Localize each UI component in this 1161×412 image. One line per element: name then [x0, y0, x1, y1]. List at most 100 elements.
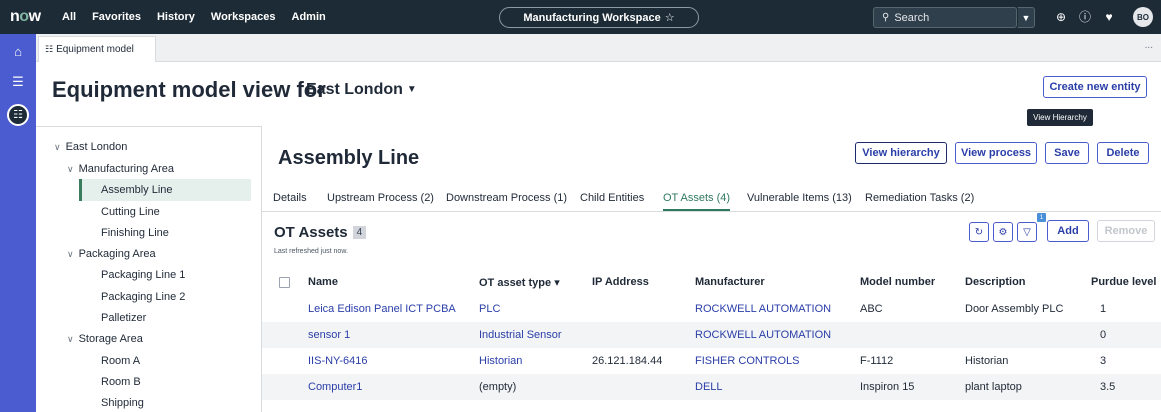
tree-node-room-a[interactable]: Room A: [101, 355, 140, 367]
chevron-down-icon: ▼: [1021, 12, 1031, 23]
asset-model: Inspiron 15: [860, 381, 915, 393]
ot-assets-heading: OT Assets 4: [274, 224, 367, 241]
asset-manufacturer-link[interactable]: DELL: [695, 381, 723, 393]
column-purdue-level[interactable]: Purdue level: [1091, 276, 1156, 288]
help-icon[interactable]: ⓘ: [1077, 9, 1093, 25]
asset-description: Historian: [965, 355, 1009, 367]
column-ot-asset-type[interactable]: OT asset type ▾: [479, 276, 560, 289]
tab-child-entities[interactable]: Child Entities: [580, 192, 644, 204]
delete-button[interactable]: Delete: [1097, 142, 1149, 164]
tab-label: Equipment model: [56, 44, 134, 55]
location-value: East London: [306, 81, 403, 98]
view-hierarchy-button[interactable]: View hierarchy: [855, 142, 947, 164]
tree-node-cutting-line[interactable]: Cutting Line: [101, 206, 160, 218]
nav-admin[interactable]: Admin: [292, 11, 326, 23]
asset-purdue: 0: [1100, 329, 1107, 341]
tab-remediation-tasks[interactable]: Remediation Tasks (2): [865, 192, 974, 204]
view-process-button[interactable]: View process: [955, 142, 1037, 164]
asset-type: (empty): [479, 381, 517, 393]
search-placeholder: Search: [894, 11, 930, 24]
asset-manufacturer-link[interactable]: ROCKWELL AUTOMATION: [695, 329, 831, 341]
asset-type-link[interactable]: Historian: [479, 355, 522, 367]
workspace-tab-bar: ☷ Equipment model ...: [36, 34, 1161, 62]
bell-icon[interactable]: ♥: [1101, 9, 1117, 25]
asset-name-link[interactable]: IIS-NY-6416: [308, 355, 368, 367]
star-icon[interactable]: ☆: [665, 11, 675, 24]
workspace-pill[interactable]: Manufacturing Workspace ☆: [499, 7, 699, 28]
tree-node-packaging-line-2[interactable]: Packaging Line 2: [101, 291, 185, 303]
save-button[interactable]: Save: [1045, 142, 1089, 164]
refresh-icon[interactable]: ↻: [969, 222, 989, 242]
globe-icon[interactable]: ⊕: [1053, 9, 1069, 25]
list-icon[interactable]: ☰: [8, 72, 28, 92]
asset-purdue: 3: [1100, 355, 1107, 367]
nav-all[interactable]: All: [62, 11, 76, 23]
nav-history[interactable]: History: [157, 11, 195, 23]
tab-downstream-process[interactable]: Downstream Process (1): [446, 192, 567, 204]
tree-node-finishing-line[interactable]: Finishing Line: [101, 227, 169, 239]
column-manufacturer[interactable]: Manufacturer: [695, 276, 765, 288]
global-search-input[interactable]: ⚲ Search: [873, 7, 1017, 28]
search-icon: ⚲: [882, 12, 890, 23]
tree-node-east-london[interactable]: ∨ East London: [54, 141, 127, 153]
asset-name-link[interactable]: Leica Edison Panel ICT PCBA: [308, 303, 456, 315]
column-description[interactable]: Description: [965, 276, 1026, 288]
asset-manufacturer-link[interactable]: ROCKWELL AUTOMATION: [695, 303, 831, 315]
table-row: IIS-NY-6416 Historian 26.121.184.44 FISH…: [262, 348, 1161, 374]
tree-node-assembly-line[interactable]: Assembly Line: [79, 179, 251, 201]
add-button[interactable]: Add: [1047, 220, 1089, 242]
equipment-tree: ∨ East London ∨ Manufacturing Area Assembl…: [36, 126, 262, 412]
hierarchy-icon: ☷: [45, 44, 54, 54]
asset-ip: 26.121.184.44: [592, 355, 663, 367]
avatar[interactable]: BO: [1133, 7, 1153, 27]
left-rail: ⌂ ☰ ☷: [0, 34, 36, 412]
tree-node-packaging-area[interactable]: ∨ Packaging Area: [67, 248, 156, 260]
asset-model: ABC: [860, 303, 883, 315]
servicenow-logo[interactable]: now: [10, 8, 62, 26]
home-icon[interactable]: ⌂: [8, 42, 28, 62]
column-name[interactable]: Name: [308, 276, 338, 288]
tree-node-manufacturing-area[interactable]: ∨ Manufacturing Area: [67, 163, 174, 175]
asset-type-link[interactable]: Industrial Sensor: [479, 329, 562, 341]
more-icon[interactable]: ...: [1145, 40, 1153, 51]
tree-node-room-b[interactable]: Room B: [101, 376, 141, 388]
tooltip: View Hierarchy: [1027, 109, 1093, 126]
search-scope-dropdown[interactable]: ▼: [1017, 7, 1035, 28]
select-all-checkbox[interactable]: [279, 277, 290, 288]
asset-name-link[interactable]: sensor 1: [308, 329, 350, 341]
detail-tab-bar: Details Upstream Process (2) Downstream …: [262, 186, 1161, 212]
asset-description: Door Assembly PLC: [965, 303, 1064, 315]
tab-details[interactable]: Details: [273, 192, 307, 204]
tab-upstream-process[interactable]: Upstream Process (2): [327, 192, 434, 204]
hierarchy-icon[interactable]: ☷: [7, 104, 29, 126]
asset-name-link[interactable]: Computer1: [308, 381, 362, 393]
tree-node-storage-area[interactable]: ∨ Storage Area: [67, 333, 143, 345]
tab-ot-assets[interactable]: OT Assets (4): [663, 192, 731, 211]
location-selector[interactable]: East London ▼: [306, 81, 417, 99]
settings-icon[interactable]: ⚙: [993, 222, 1013, 242]
workspace-name: Manufacturing Workspace: [523, 11, 661, 24]
chevron-down-icon: ∨: [67, 164, 74, 174]
asset-purdue: 3.5: [1100, 381, 1116, 393]
table-row: sensor 1 Industrial Sensor ROCKWELL AUTO…: [262, 322, 1161, 348]
column-ip-address[interactable]: IP Address: [592, 276, 649, 288]
tree-node-shipping[interactable]: Shipping: [101, 397, 144, 409]
tab-equipment-model[interactable]: ☷ Equipment model: [38, 36, 156, 62]
nav-favorites[interactable]: Favorites: [92, 11, 141, 23]
nav-workspaces[interactable]: Workspaces: [211, 11, 276, 23]
filter-icon[interactable]: ▽: [1017, 222, 1037, 242]
sort-down-icon: ▾: [554, 277, 560, 289]
tree-node-palletizer[interactable]: Palletizer: [101, 312, 146, 324]
chevron-down-icon: ∨: [67, 249, 74, 259]
tree-node-packaging-line-1[interactable]: Packaging Line 1: [101, 269, 185, 281]
last-refreshed-text: Last refreshed just now.: [274, 248, 348, 255]
tab-vulnerable-items[interactable]: Vulnerable Items (13): [747, 192, 852, 204]
asset-model: F-1112: [860, 355, 894, 367]
asset-purdue: 1: [1100, 303, 1107, 315]
table-row: Leica Edison Panel ICT PCBA PLC ROCKWELL…: [262, 296, 1161, 322]
column-model-number[interactable]: Model number: [860, 276, 935, 288]
asset-manufacturer-link[interactable]: FISHER CONTROLS: [695, 355, 800, 367]
create-new-entity-button[interactable]: Create new entity: [1043, 76, 1147, 98]
page-title: Equipment model view for: [52, 77, 326, 102]
asset-type-link[interactable]: PLC: [479, 303, 500, 315]
